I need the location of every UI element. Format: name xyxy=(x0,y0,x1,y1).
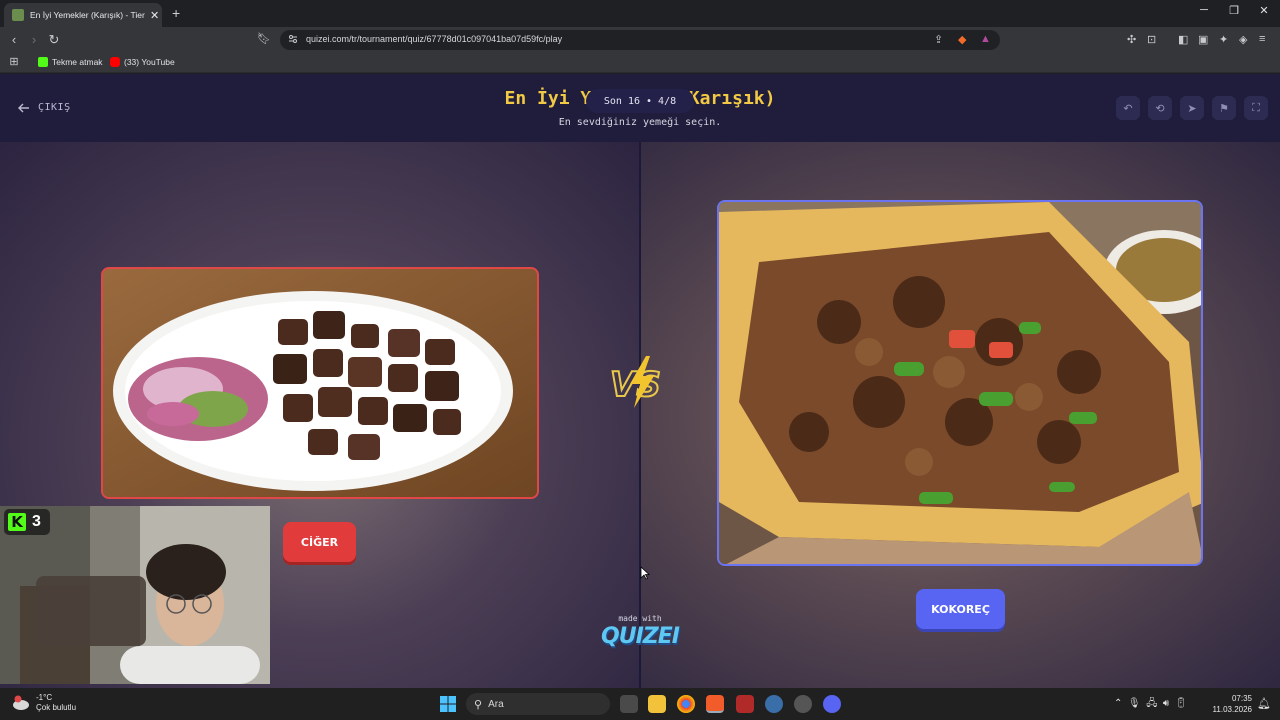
site-info-icon[interactable] xyxy=(288,34,298,44)
discord-icon[interactable] xyxy=(823,695,841,713)
browser-tab[interactable]: En İyi Yemekler (Karışık) - Tier Li ✕ xyxy=(4,3,162,27)
voicemeeter-icon[interactable] xyxy=(736,695,754,713)
apps-grid-icon[interactable]: ⊞ xyxy=(6,55,22,68)
round-badge: Son 16 • 4/8 xyxy=(586,89,694,113)
back-icon[interactable]: ‹ xyxy=(6,32,22,47)
brave-icon[interactable] xyxy=(706,695,724,713)
versus-icon: VS xyxy=(609,356,662,408)
brave-rewards-icon[interactable]: ▲ xyxy=(980,33,991,45)
taskbar-search[interactable]: ⚲ Ara xyxy=(466,693,610,715)
mouse-cursor-icon xyxy=(640,566,650,580)
notification-icon[interactable]: 🔔︎ xyxy=(1257,697,1271,710)
kick-viewer-count: 3 xyxy=(32,513,41,530)
vpn-icon[interactable]: ◈ xyxy=(1239,33,1247,46)
brave-shield-icon[interactable]: ◆ xyxy=(958,33,966,46)
file-explorer-icon[interactable] xyxy=(648,695,666,713)
chrome-icon[interactable] xyxy=(677,695,695,713)
reload-icon[interactable]: ↻ xyxy=(46,32,62,48)
kokorec-sandwich-image xyxy=(719,202,1201,564)
sidebar-icon[interactable]: ◧ xyxy=(1178,33,1188,46)
center-divider xyxy=(639,142,641,688)
windows-start-icon[interactable] xyxy=(440,696,456,712)
system-clock[interactable]: 07:35 11.03.2026 xyxy=(1206,693,1252,715)
url-text[interactable]: quizei.com/tr/tournament/quiz/67778d01c0… xyxy=(306,34,562,44)
wallet-icon[interactable]: ▣ xyxy=(1198,33,1208,46)
weather-temp: -1°C xyxy=(36,693,53,702)
fullscreen-icon: ⛶ xyxy=(1252,101,1260,114)
new-tab-button[interactable]: + xyxy=(172,5,180,21)
quizei-logo[interactable]: QUIZEI xyxy=(590,624,690,649)
bookmark-label: Tekme atmak xyxy=(52,57,103,67)
report-button[interactable]: ⚑ xyxy=(1212,96,1236,120)
share-icon[interactable]: ⇪ xyxy=(934,33,943,46)
share-button[interactable]: ➤ xyxy=(1180,96,1204,120)
vs-text: VS xyxy=(610,365,661,405)
menu-icon[interactable]: ≡ xyxy=(1259,33,1265,45)
extensions-icon[interactable]: ✣ xyxy=(1127,33,1136,46)
app-icon[interactable] xyxy=(765,695,783,713)
bookmarks-bar: ⊞ Tekme atmak (33) YouTube xyxy=(0,53,1280,73)
cloud-icon xyxy=(13,695,29,710)
clock-date: 11.03.2026 xyxy=(1212,705,1252,714)
minimize-icon[interactable]: ─ xyxy=(1194,4,1214,16)
liver-plate-image xyxy=(103,269,537,497)
restart-button[interactable]: ⟲ xyxy=(1148,96,1172,120)
window-close-icon[interactable]: ✕ xyxy=(1254,4,1274,17)
windows-taskbar: -1°C Çok bulutlu ⚲ Ara ⌃ 🎙︎ 🖧 🔊︎ 🔋︎ 07:3… xyxy=(0,688,1280,720)
bookmark-label: (33) YouTube xyxy=(124,57,175,67)
made-with-label: made with xyxy=(618,614,662,623)
right-choice-image[interactable] xyxy=(717,200,1203,566)
kick-viewer-badge: K 3 xyxy=(4,509,50,535)
send-icon: ➤ xyxy=(1187,102,1197,115)
choose-right-button[interactable]: KOKOREÇ xyxy=(916,589,1005,629)
undo-icon: ↶ xyxy=(1123,102,1133,115)
weather-widget[interactable]: -1°C Çok bulutlu xyxy=(12,693,76,713)
search-icon: ⚲ xyxy=(474,698,483,711)
maximize-icon[interactable]: ❐ xyxy=(1224,4,1244,17)
kick-logo-icon: K xyxy=(8,513,26,531)
flag-icon: ⚑ xyxy=(1219,102,1229,115)
restart-icon: ⟲ xyxy=(1155,102,1165,115)
task-view-icon[interactable] xyxy=(620,695,638,713)
address-bar[interactable]: quizei.com/tr/tournament/quiz/67778d01c0… xyxy=(280,30,1000,50)
forward-icon[interactable]: › xyxy=(26,32,42,47)
obs-icon[interactable] xyxy=(794,695,812,713)
left-choice-image[interactable] xyxy=(101,267,539,499)
fullscreen-button[interactable]: ⛶ xyxy=(1244,96,1268,120)
browser-nav-bar: ‹ › ↻ 🔖︎ quizei.com/tr/tournament/quiz/6… xyxy=(0,27,1280,53)
tab-favicon-icon xyxy=(12,9,24,21)
tab-title: En İyi Yemekler (Karışık) - Tier Li xyxy=(30,10,146,20)
clock-time: 07:35 xyxy=(1231,694,1252,703)
page-subtitle: En sevdiğiniz yemeği seçin. xyxy=(558,117,722,128)
search-label: Ara xyxy=(488,698,504,710)
tab-close-icon[interactable]: ✕ xyxy=(150,9,159,22)
weather-desc: Çok bulutlu xyxy=(36,703,77,712)
system-tray[interactable]: ⌃ 🎙︎ 🖧 🔊︎ 🔋︎ xyxy=(1114,696,1187,713)
undo-button[interactable]: ↶ xyxy=(1116,96,1140,120)
tab-search-icon[interactable]: ⊡ xyxy=(1147,33,1156,46)
bookmark-kick[interactable]: Tekme atmak xyxy=(38,57,103,67)
browser-tab-bar: En İyi Yemekler (Karışık) - Tier Li ✕ + … xyxy=(0,0,1280,27)
bookmark-youtube[interactable]: (33) YouTube xyxy=(110,57,175,67)
bookmark-icon[interactable]: 🔖︎ xyxy=(256,32,272,45)
choose-left-button[interactable]: CİĞER xyxy=(283,522,356,562)
kick-icon xyxy=(38,57,48,67)
youtube-icon xyxy=(110,57,120,67)
leo-ai-icon[interactable]: ✦ xyxy=(1219,33,1228,46)
